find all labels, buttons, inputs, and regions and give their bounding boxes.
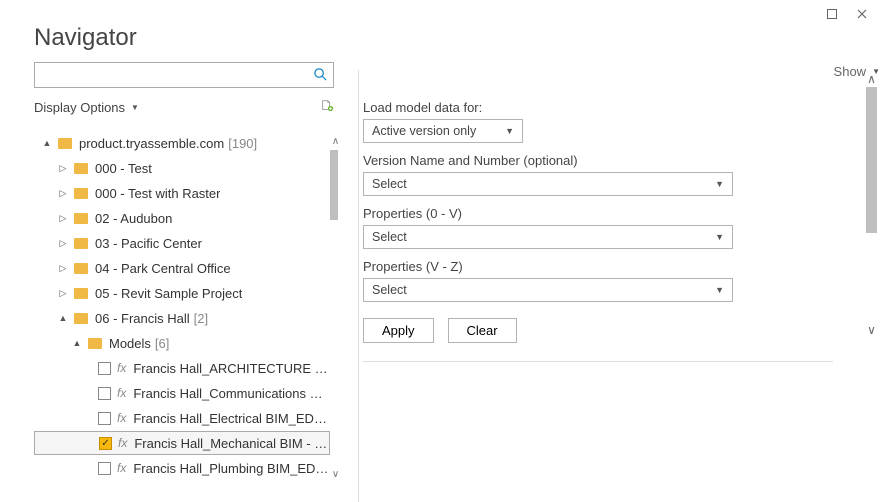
collapse-icon[interactable]: ▲ bbox=[40, 138, 54, 148]
display-options-label: Display Options bbox=[34, 100, 125, 115]
folder-icon bbox=[88, 338, 102, 349]
close-button[interactable] bbox=[854, 6, 870, 22]
expand-icon[interactable]: ▷ bbox=[56, 213, 70, 224]
tree-node-open[interactable]: ▲ 06 - Francis Hall [2] bbox=[34, 306, 330, 330]
scroll-up-icon[interactable]: ∧ bbox=[863, 70, 880, 87]
folder-icon bbox=[74, 288, 88, 299]
checkbox[interactable] bbox=[98, 387, 111, 400]
right-scrollbar[interactable]: ∧ ∨ bbox=[863, 70, 880, 490]
select-value: Select bbox=[372, 283, 407, 297]
tree-scrollbar[interactable]: ∧ ∨ bbox=[327, 133, 338, 481]
folder-icon bbox=[74, 213, 88, 224]
select-value: Active version only bbox=[372, 124, 476, 138]
folder-icon bbox=[74, 313, 88, 324]
caret-down-icon: ▼ bbox=[131, 103, 139, 112]
field-label: Version Name and Number (optional) bbox=[363, 153, 852, 168]
scroll-thumb[interactable] bbox=[330, 150, 338, 220]
checkbox[interactable] bbox=[98, 362, 111, 375]
tree-node[interactable]: ▷ 02 - Audubon bbox=[34, 206, 330, 230]
folder-icon bbox=[58, 138, 72, 149]
field-label: Load model data for: bbox=[363, 100, 852, 115]
fx-icon: fx bbox=[117, 361, 126, 375]
expand-icon[interactable]: ▷ bbox=[56, 238, 70, 249]
tree-node[interactable]: ▷ 000 - Test bbox=[34, 156, 330, 180]
caret-down-icon: ▼ bbox=[715, 179, 724, 189]
model-item[interactable]: fx Francis Hall_Plumbing BIM_EDDIE bbox=[34, 456, 330, 480]
load-model-select[interactable]: Active version only ▼ bbox=[363, 119, 523, 143]
field-label: Properties (0 - V) bbox=[363, 206, 852, 221]
collapse-icon[interactable]: ▲ bbox=[70, 338, 84, 348]
expand-icon[interactable]: ▷ bbox=[56, 188, 70, 199]
properties-vz-select[interactable]: Select ▼ bbox=[363, 278, 733, 302]
show-label: Show bbox=[834, 64, 867, 79]
model-item[interactable]: fx Francis Hall_Communications BIM_E... bbox=[34, 381, 330, 405]
tree-node[interactable]: ▷ 04 - Park Central Office bbox=[34, 256, 330, 280]
properties-0v-select[interactable]: Select ▼ bbox=[363, 225, 733, 249]
folder-icon bbox=[74, 188, 88, 199]
search-input[interactable] bbox=[34, 62, 334, 88]
model-item[interactable]: fx Francis Hall_ARCHITECTURE BIM_20... bbox=[34, 356, 330, 380]
caret-down-icon: ▼ bbox=[715, 232, 724, 242]
tree-node[interactable]: ▷ 000 - Test with Raster bbox=[34, 181, 330, 205]
display-options-dropdown[interactable]: Display Options ▼ bbox=[34, 100, 139, 115]
caret-down-icon: ▼ bbox=[505, 126, 514, 136]
fx-icon: fx bbox=[117, 386, 126, 400]
maximize-button[interactable] bbox=[824, 6, 840, 22]
root-count: [190] bbox=[228, 136, 257, 151]
expand-icon[interactable]: ▷ bbox=[56, 288, 70, 299]
fx-icon: fx bbox=[117, 461, 126, 475]
tree-node[interactable]: ▷ 03 - Pacific Center bbox=[34, 231, 330, 255]
select-value: Select bbox=[372, 230, 407, 244]
select-value: Select bbox=[372, 177, 407, 191]
navigator-tree: ▲ product.tryassemble.com [190] ▷ 000 - … bbox=[34, 131, 338, 481]
scroll-thumb[interactable] bbox=[866, 87, 877, 233]
divider bbox=[363, 361, 833, 362]
clear-button[interactable]: Clear bbox=[448, 318, 517, 343]
root-label: product.tryassemble.com bbox=[79, 136, 224, 151]
model-item[interactable]: fx Francis Hall_Electrical BIM_EDDIE bbox=[34, 406, 330, 430]
apply-button[interactable]: Apply bbox=[363, 318, 434, 343]
folder-icon bbox=[74, 163, 88, 174]
scroll-down-icon[interactable]: ∨ bbox=[327, 466, 338, 481]
tree-root[interactable]: ▲ product.tryassemble.com [190] bbox=[34, 131, 330, 155]
model-item-selected[interactable]: ✓ fx Francis Hall_Mechanical BIM - SCHE.… bbox=[34, 431, 330, 455]
fx-icon: fx bbox=[118, 436, 127, 450]
scroll-down-icon[interactable]: ∨ bbox=[863, 321, 880, 338]
folder-icon bbox=[74, 238, 88, 249]
scroll-up-icon[interactable]: ∧ bbox=[327, 133, 338, 150]
version-select[interactable]: Select ▼ bbox=[363, 172, 733, 196]
checkbox[interactable] bbox=[98, 412, 111, 425]
page-title: Navigator bbox=[0, 0, 880, 62]
tree-node-models[interactable]: ▲ Models [6] bbox=[34, 331, 330, 355]
collapse-icon[interactable]: ▲ bbox=[56, 313, 70, 323]
fx-icon: fx bbox=[117, 411, 126, 425]
caret-down-icon: ▼ bbox=[715, 285, 724, 295]
field-label: Properties (V - Z) bbox=[363, 259, 852, 274]
folder-icon bbox=[74, 263, 88, 274]
expand-icon[interactable]: ▷ bbox=[56, 163, 70, 174]
expand-icon[interactable]: ▷ bbox=[56, 263, 70, 274]
checkbox[interactable] bbox=[98, 462, 111, 475]
checkbox-checked[interactable]: ✓ bbox=[99, 437, 112, 450]
refresh-icon[interactable] bbox=[320, 98, 334, 117]
tree-node[interactable]: ▷ 05 - Revit Sample Project bbox=[34, 281, 330, 305]
